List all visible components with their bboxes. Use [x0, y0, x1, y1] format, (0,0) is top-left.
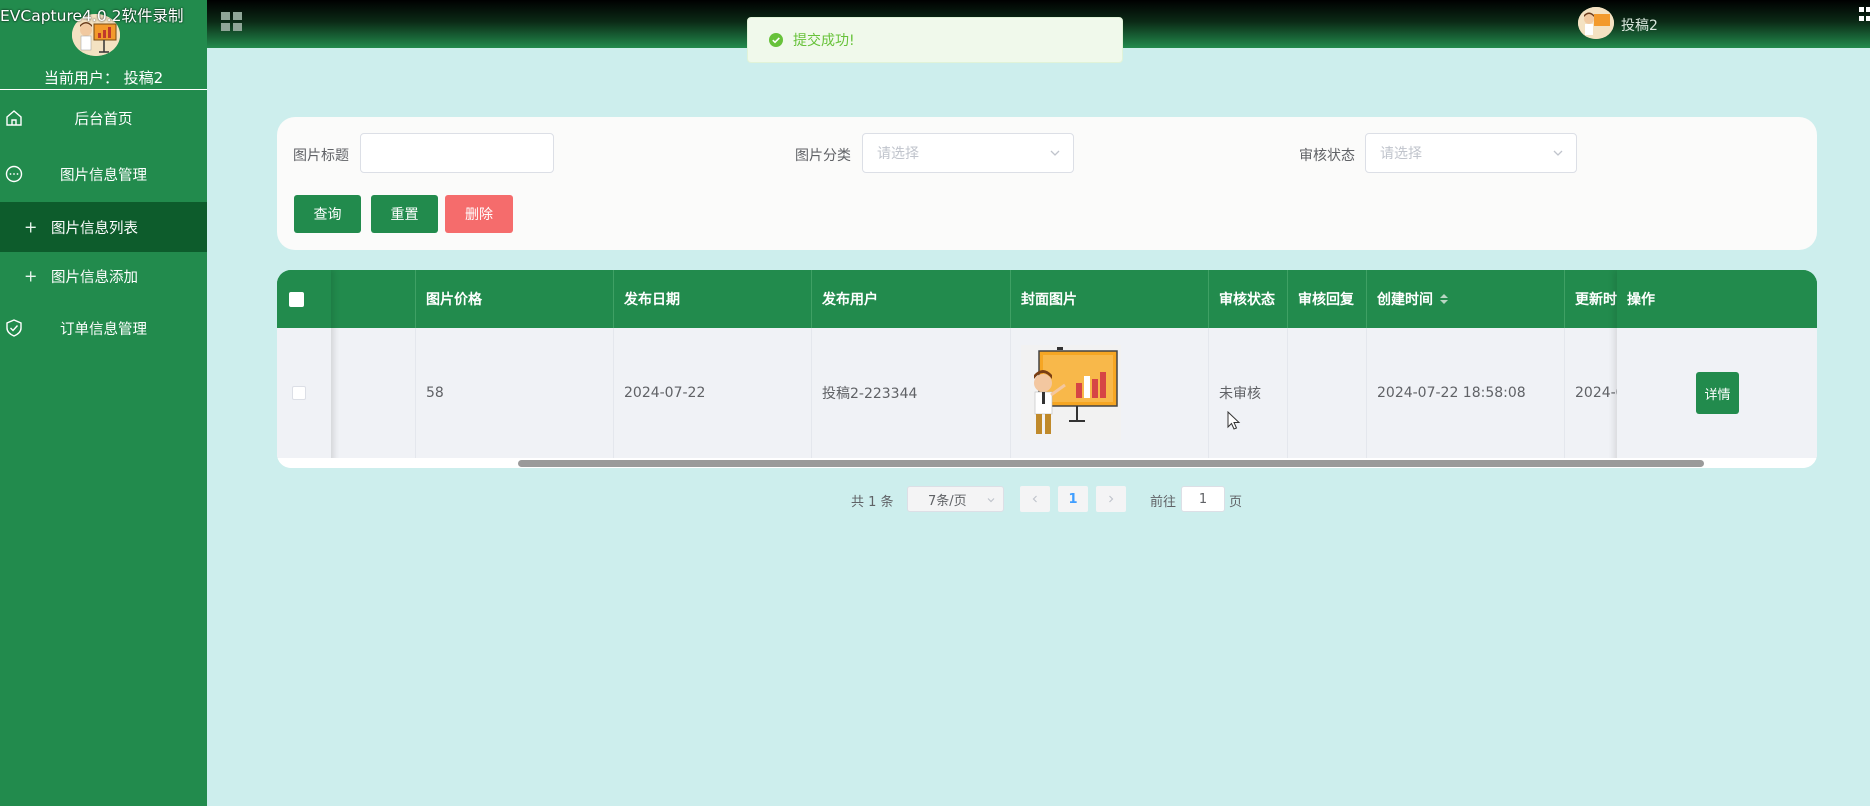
column-header-cover: 封面图片 — [1011, 270, 1209, 328]
sidebar-item-image-list[interactable]: + 图片信息列表 — [0, 202, 207, 252]
cell-hidden — [331, 328, 416, 458]
toast-message: 提交成功! — [793, 33, 855, 49]
column-header-price: 图片价格 — [416, 270, 614, 328]
category-select[interactable]: 请选择 — [862, 133, 1074, 173]
horizontal-scrollbar[interactable] — [277, 458, 1817, 468]
row-checkbox[interactable] — [292, 386, 306, 400]
title-filter-label: 图片标题 — [293, 148, 349, 164]
sidebar-item-label: 后台首页 — [74, 111, 133, 128]
data-table: 图片价格 发布日期 发布用户 封面图片 审核状态 审核回复 创建时间 更新时间 … — [277, 270, 1817, 468]
pagination-total: 共 1 条 — [851, 495, 894, 510]
column-header-review-reply: 审核回复 — [1288, 270, 1367, 328]
column-header-action: 操作 — [1617, 270, 1817, 328]
sort-caret-icon[interactable] — [1439, 292, 1449, 306]
cell-review-reply — [1288, 328, 1367, 458]
search-panel: 图片标题 图片分类 请选择 审核状态 请选择 查询 重置 删除 — [277, 117, 1817, 250]
sidebar-item-image-management[interactable]: 图片信息管理 — [0, 150, 207, 198]
sidebar-item-image-add[interactable]: + 图片信息添加 — [0, 252, 207, 300]
reset-button[interactable]: 重置 — [371, 195, 438, 233]
action-column: 操作 详情 — [1617, 270, 1817, 468]
home-icon — [4, 108, 24, 128]
cell-created-at: 2024-07-22 18:58:08 — [1367, 328, 1565, 458]
success-toast: 提交成功! — [747, 17, 1123, 63]
cell-review-status: 未审核 — [1209, 328, 1288, 458]
recording-watermark: EVCapture4.0.2软件录制 — [0, 7, 184, 25]
cell-publish-user: 投稿2-223344 — [812, 328, 1011, 458]
selection-header — [277, 270, 331, 328]
table-row: 58 2024-07-22 投稿2-223344 未审核 2024-07-22 … — [277, 328, 1817, 458]
success-check-icon — [769, 33, 783, 47]
sidebar: 当前用户： 投稿2 后台首页 图片信息管理 + 图片信息列表 + 图片信息添加 … — [0, 0, 207, 806]
header-avatar[interactable] — [1578, 7, 1614, 39]
page-size-select[interactable]: 7条/页 — [907, 486, 1004, 512]
page-number-button[interactable]: 1 — [1058, 486, 1088, 512]
fullscreen-icon[interactable] — [1856, 6, 1870, 24]
category-select-placeholder: 请选择 — [877, 146, 919, 162]
plus-icon: + — [24, 266, 38, 286]
chevron-down-icon — [987, 498, 995, 503]
column-header-publish-date: 发布日期 — [614, 270, 812, 328]
detail-button[interactable]: 详情 — [1696, 372, 1739, 414]
header-username[interactable]: 投稿2 — [1621, 15, 1658, 35]
column-header-created-at[interactable]: 创建时间 — [1367, 270, 1565, 328]
chevron-right-icon — [1109, 495, 1114, 503]
sidebar-item-label: 订单信息管理 — [60, 321, 147, 338]
shield-check-icon — [4, 318, 24, 338]
query-button[interactable]: 查询 — [294, 195, 361, 233]
current-user-label: 当前用户： — [43, 69, 119, 87]
cell-price: 58 — [416, 328, 614, 458]
plus-icon: + — [24, 217, 38, 237]
sidebar-item-label: 图片信息管理 — [60, 167, 147, 184]
column-header-publish-user: 发布用户 — [812, 270, 1011, 328]
grid-menu-icon[interactable] — [220, 11, 244, 33]
status-select[interactable]: 请选择 — [1365, 133, 1577, 173]
chat-icon — [4, 164, 24, 184]
column-header-label: 创建时间 — [1377, 292, 1433, 308]
current-user-name: 投稿2 — [123, 69, 164, 87]
cell-updated-at: 2024-0 — [1575, 385, 1625, 401]
current-user-info: 当前用户： 投稿2 — [0, 67, 207, 88]
goto-label: 前往 — [1150, 495, 1177, 510]
sidebar-item-order-management[interactable]: 订单信息管理 — [0, 304, 207, 352]
title-filter-input[interactable] — [360, 133, 554, 173]
sidebar-item-dashboard[interactable]: 后台首页 — [0, 94, 207, 142]
column-header-review-status: 审核状态 — [1209, 270, 1288, 328]
goto-page-input[interactable]: 1 — [1181, 486, 1225, 512]
delete-button[interactable]: 删除 — [445, 195, 513, 233]
status-filter-label: 审核状态 — [1299, 148, 1355, 164]
selection-cell — [277, 328, 331, 458]
column-header-hidden — [331, 270, 416, 328]
table-header: 图片价格 发布日期 发布用户 封面图片 审核状态 审核回复 创建时间 更新时间 — [277, 270, 1817, 328]
chevron-down-icon — [1553, 150, 1563, 156]
cell-publish-date: 2024-07-22 — [614, 328, 812, 458]
cell-cover — [1011, 328, 1209, 458]
category-filter-label: 图片分类 — [795, 148, 851, 164]
cover-image[interactable] — [1021, 345, 1121, 440]
page-suffix: 页 — [1229, 495, 1243, 510]
status-select-placeholder: 请选择 — [1380, 146, 1422, 162]
next-page-button[interactable] — [1096, 486, 1126, 512]
scrollbar-thumb[interactable] — [518, 460, 1704, 467]
selection-column — [277, 270, 331, 468]
action-cell: 详情 — [1617, 328, 1817, 458]
chevron-down-icon — [1050, 150, 1060, 156]
mouse-cursor-icon — [1227, 411, 1241, 430]
select-all-checkbox[interactable] — [289, 292, 304, 307]
chevron-left-icon — [1032, 495, 1037, 503]
prev-page-button[interactable] — [1020, 486, 1050, 512]
sidebar-divider — [0, 89, 207, 90]
page-size-value: 7条/页 — [928, 493, 967, 509]
column-header-updated-at: 更新时间 — [1575, 292, 1625, 308]
